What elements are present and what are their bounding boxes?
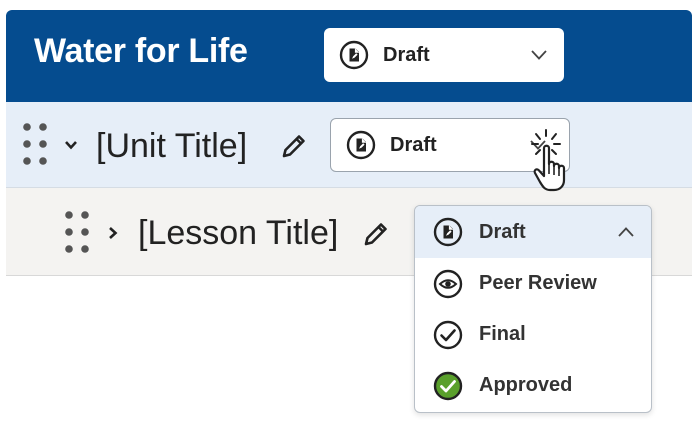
app-header: Water for Life Draft [6, 10, 692, 102]
project-status-label: Draft [383, 43, 430, 66]
unit-status-label: Draft [390, 133, 437, 156]
status-option-draft[interactable]: Draft [415, 206, 651, 258]
pencil-edit-icon[interactable] [280, 132, 308, 160]
drag-handle-icon[interactable] [22, 122, 48, 166]
status-option-approved[interactable]: Approved [415, 360, 651, 411]
lesson-status-dropdown[interactable]: Draft Peer Review Final Approved [414, 205, 652, 413]
pencil-edit-icon[interactable] [362, 220, 390, 248]
chevron-up-icon[interactable] [617, 226, 635, 238]
hand-pointer-cursor-icon [531, 129, 566, 192]
status-option-label: Approved [479, 374, 573, 396]
status-option-label: Draft [479, 220, 526, 243]
status-option-peer-review[interactable]: Peer Review [415, 258, 651, 309]
approved-check-icon [433, 371, 463, 400]
app-title: Water for Life [34, 32, 248, 70]
draft-document-icon [346, 130, 376, 160]
draft-document-icon [339, 40, 369, 70]
eye-icon [433, 269, 463, 298]
status-option-label: Final [479, 323, 526, 345]
unit-row[interactable]: [Unit Title] Draft [6, 102, 692, 188]
draft-document-icon [433, 217, 463, 247]
status-option-label: Peer Review [479, 272, 597, 294]
chevron-right-icon[interactable] [106, 226, 120, 240]
lesson-title[interactable]: [Lesson Title] [138, 214, 338, 253]
drag-handle-icon[interactable] [64, 210, 90, 254]
project-status-select[interactable]: Draft [324, 28, 564, 82]
chevron-down-icon [531, 50, 547, 60]
unit-title[interactable]: [Unit Title] [96, 127, 247, 166]
chevron-down-icon[interactable] [64, 138, 78, 152]
status-option-final[interactable]: Final [415, 309, 651, 360]
check-circle-icon [433, 320, 463, 349]
